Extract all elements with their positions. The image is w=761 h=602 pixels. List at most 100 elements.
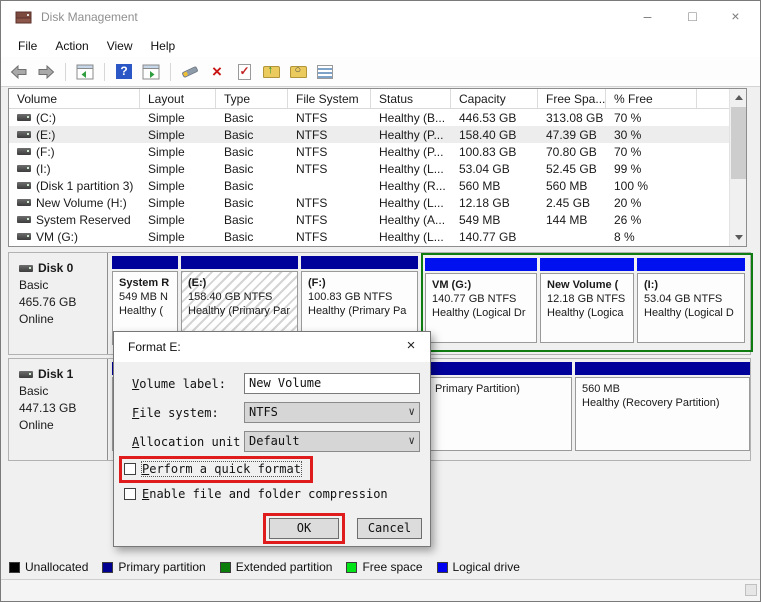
menu-file[interactable]: File [9, 35, 46, 57]
resize-grip[interactable] [745, 584, 757, 596]
legend-swatch [220, 562, 231, 573]
disk-icon [19, 265, 33, 272]
disk-1-panel[interactable]: Disk 1 Basic 447.13 GB Online [9, 359, 108, 460]
search-folder-icon[interactable] [290, 66, 307, 78]
menu-action[interactable]: Action [46, 35, 97, 57]
partition-color-band [112, 256, 178, 269]
volume-name: (Disk 1 partition 3) [36, 179, 133, 193]
status-bar [1, 579, 760, 601]
file-system-select[interactable]: NTFS ∨ [244, 402, 420, 423]
compression-checkbox[interactable] [124, 488, 136, 500]
disk-icon [19, 371, 33, 378]
chevron-down-icon: ∨ [408, 434, 415, 447]
legend: Unallocated Primary partition Extended p… [9, 557, 520, 577]
volume-name: (E:) [36, 128, 55, 142]
tools-icon[interactable] [181, 65, 198, 77]
drive-icon [17, 148, 31, 155]
quick-format-checkbox[interactable] [124, 463, 136, 475]
scroll-down-icon[interactable] [730, 229, 747, 246]
volume-row-new-volume-h[interactable]: New Volume (H:) Simple Basic NTFS Health… [9, 194, 746, 211]
volume-row-disk1-partition3[interactable]: (Disk 1 partition 3) Simple Basic Health… [9, 177, 746, 194]
close-button[interactable]: × [713, 1, 758, 31]
partition-color-band [301, 256, 418, 269]
disk-size: 465.76 GB [19, 294, 107, 311]
partition-i[interactable]: (I:) 53.04 GB NTFS Healthy (Logical D [637, 258, 745, 343]
legend-extended-partition: Extended partition [220, 560, 333, 574]
help-icon[interactable] [116, 64, 132, 79]
compression-row: Enable file and folder compression [124, 487, 388, 501]
ok-button[interactable]: OK [269, 518, 339, 539]
legend-swatch [437, 562, 448, 573]
drive-icon [17, 199, 31, 206]
partition-color-band [181, 256, 298, 269]
volume-name: VM (G:) [36, 230, 78, 244]
title-bar: Disk Management – □ × [1, 1, 760, 35]
menu-help[interactable]: Help [142, 35, 185, 57]
volume-row-vm-g[interactable]: VM (G:) Simple Basic NTFS Healthy (L... … [9, 228, 746, 245]
menu-view[interactable]: View [98, 35, 142, 57]
drive-icon [17, 114, 31, 121]
toolbar-separator [104, 63, 105, 81]
drive-icon [17, 131, 31, 138]
delete-icon[interactable] [212, 63, 222, 81]
col-volume[interactable]: Volume [9, 89, 140, 108]
format-dialog: Format E: × Volume label: New Volume Fil… [113, 331, 431, 547]
col-file-system[interactable]: File System [288, 89, 371, 108]
volume-label-input[interactable]: New Volume [244, 373, 420, 394]
open-folder-icon[interactable] [263, 66, 280, 78]
disk-label: Disk 1 [38, 366, 73, 383]
minimize-button[interactable]: – [625, 1, 670, 31]
maximize-button[interactable]: □ [670, 1, 715, 31]
disk-state: Online [19, 311, 107, 328]
col-capacity[interactable]: Capacity [451, 89, 538, 108]
toolbar-separator [170, 63, 171, 81]
legend-primary-partition: Primary partition [102, 560, 205, 574]
partition-color-band [540, 258, 634, 271]
volume-list: Volume Layout Type File System Status Ca… [8, 88, 747, 247]
col-type[interactable]: Type [216, 89, 288, 108]
chevron-down-icon: ∨ [408, 405, 415, 418]
dialog-title: Format E: [128, 340, 181, 354]
properties-icon[interactable] [317, 65, 333, 79]
back-icon[interactable] [9, 63, 29, 81]
legend-swatch [346, 562, 357, 573]
partition-color-band [637, 258, 745, 271]
col-pct-free[interactable]: % Free [606, 89, 697, 108]
legend-free-space: Free space [346, 560, 422, 574]
scroll-up-icon[interactable] [730, 89, 747, 106]
volume-row-system-reserved[interactable]: System Reserved Simple Basic NTFS Health… [9, 211, 746, 228]
col-status[interactable]: Status [371, 89, 451, 108]
cancel-button[interactable]: Cancel [357, 518, 422, 539]
toolbar [1, 57, 760, 87]
col-layout[interactable]: Layout [140, 89, 216, 108]
dialog-title-bar: Format E: × [114, 332, 430, 362]
volume-row-e[interactable]: (E:) Simple Basic NTFS Healthy (P... 158… [9, 126, 746, 143]
scroll-thumb[interactable] [731, 107, 746, 179]
volume-name: (C:) [36, 111, 56, 125]
dialog-close-icon[interactable]: × [400, 337, 422, 357]
drive-icon [17, 165, 31, 172]
partition-recovery[interactable]: 560 MB Healthy (Recovery Partition) [575, 362, 750, 451]
check-document-icon[interactable] [238, 64, 251, 80]
legend-swatch [9, 562, 20, 573]
show-console-tree-icon[interactable] [75, 63, 95, 81]
volume-row-c[interactable]: (C:) Simple Basic NTFS Healthy (B... 446… [9, 109, 746, 126]
volume-row-i[interactable]: (I:) Simple Basic NTFS Healthy (L... 53.… [9, 160, 746, 177]
col-free-space[interactable]: Free Spa... [538, 89, 606, 108]
disk-state: Online [19, 417, 107, 434]
show-action-pane-icon[interactable] [141, 63, 161, 81]
partition-new-volume-h[interactable]: New Volume ( 12.18 GB NTFS Healthy (Logi… [540, 258, 634, 343]
drive-icon [17, 216, 31, 223]
allocation-unit-select[interactable]: Default ∨ [244, 431, 420, 452]
legend-unallocated: Unallocated [9, 560, 88, 574]
volume-name: System Reserved [36, 213, 131, 227]
disk-label: Disk 0 [38, 260, 73, 277]
allocation-unit-caption: Allocation unit [132, 435, 240, 449]
legend-logical-drive: Logical drive [437, 560, 520, 574]
disk-0-panel[interactable]: Disk 0 Basic 465.76 GB Online [9, 253, 108, 354]
forward-icon[interactable] [36, 63, 56, 81]
partition-vm-g[interactable]: VM (G:) 140.77 GB NTFS Healthy (Logical … [425, 258, 537, 343]
file-system-caption: File system: [132, 406, 219, 420]
volume-row-f[interactable]: (F:) Simple Basic NTFS Healthy (P... 100… [9, 143, 746, 160]
vertical-scrollbar[interactable] [729, 89, 746, 246]
